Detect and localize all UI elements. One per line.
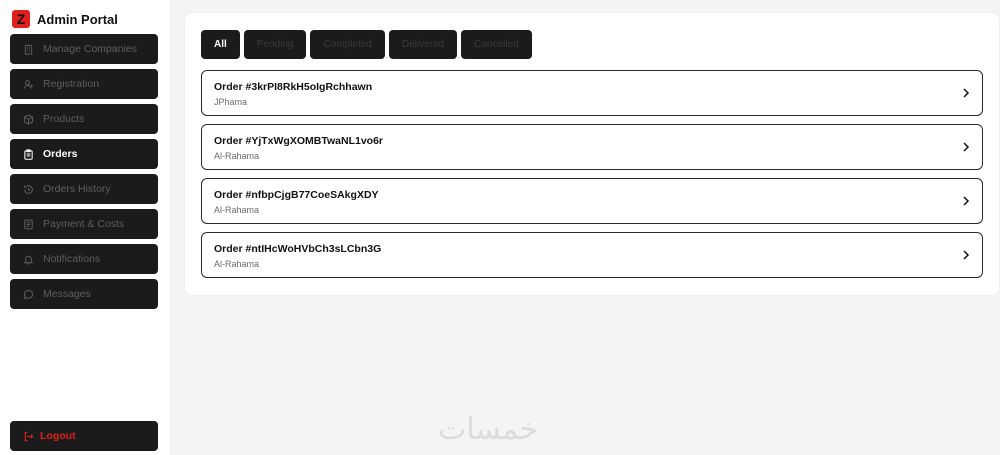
chevron-right-icon (960, 141, 972, 153)
logout-button[interactable]: Logout (10, 421, 158, 451)
logout-label: Logout (40, 430, 76, 442)
clipboard-icon (22, 148, 34, 160)
brand-title: Admin Portal (37, 11, 118, 27)
order-title: Order #3krPI8RkH5oIgRchhawn (214, 81, 373, 93)
sidebar-item-label: Orders (43, 148, 78, 160)
brand-logo: Z (12, 10, 30, 28)
filter-tab-cancelled[interactable]: Cancelled (461, 30, 532, 59)
sidebar-item-label: Payment & Costs (43, 218, 125, 230)
sidebar-item-products[interactable]: Products (10, 104, 158, 134)
order-card[interactable]: Order #YjTxWgXOMBTwaNL1vo6r Al-Rahama (201, 124, 983, 170)
orders-list: Order #3krPI8RkH5oIgRchhawn JPhama Order… (201, 70, 983, 286)
order-card[interactable]: Order #3krPI8RkH5oIgRchhawn JPhama (201, 70, 983, 116)
package-icon (22, 113, 34, 125)
history-icon (22, 183, 34, 195)
filter-tab-delivered[interactable]: Delivered (388, 30, 458, 59)
sidebar-item-orders-history[interactable]: Orders History (10, 174, 158, 204)
order-card[interactable]: Order #nfbpCjgB77CoeSAkgXDY Al-Rahama (201, 178, 983, 224)
brand-logo-letter: Z (16, 11, 26, 27)
sidebar-item-label: Products (43, 113, 85, 125)
sidebar-item-registration[interactable]: Registration (10, 69, 158, 99)
bell-icon (22, 253, 34, 265)
sidebar-item-notifications[interactable]: Notifications (10, 244, 158, 274)
sidebar-item-label: Notifications (43, 253, 101, 265)
sidebar-item-messages[interactable]: Messages (10, 279, 158, 309)
message-circle-icon (22, 288, 34, 300)
filter-tab-all[interactable]: All (201, 30, 240, 59)
user-plus-icon (22, 78, 34, 90)
sidebar-item-label: Messages (43, 288, 91, 300)
watermark: خمسات (438, 412, 539, 447)
order-company: Al-Rahama (214, 259, 260, 269)
order-card[interactable]: Order #ntIHcWoHVbCh3sLCbn3G Al-Rahama (201, 232, 983, 278)
chevron-right-icon (960, 87, 972, 99)
sidebar-item-manage-companies[interactable]: Manage Companies (10, 34, 158, 64)
logout-icon (23, 431, 34, 442)
order-company: JPhama (214, 97, 248, 107)
chevron-right-icon (960, 195, 972, 207)
building-icon (22, 43, 34, 55)
sidebar-item-label: Manage Companies (43, 43, 137, 55)
sidebar: Z Admin Portal Manage Companies Registra… (0, 0, 170, 455)
sidebar-nav: Manage Companies Registration Products O… (10, 34, 158, 314)
sidebar-item-orders[interactable]: Orders (10, 139, 158, 169)
chevron-right-icon (960, 249, 972, 261)
sidebar-item-label: Registration (43, 78, 100, 90)
order-title: Order #nfbpCjgB77CoeSAkgXDY (214, 189, 379, 201)
filter-tab-completed[interactable]: Completed (310, 30, 385, 59)
order-title: Order #ntIHcWoHVbCh3sLCbn3G (214, 243, 382, 255)
orders-panel: All Pending Completed Delivered Cancelle… (185, 13, 999, 295)
brand: Z Admin Portal (12, 9, 118, 29)
sidebar-item-label: Orders History (43, 183, 111, 195)
receipt-icon (22, 218, 34, 230)
sidebar-item-payment-costs[interactable]: Payment & Costs (10, 209, 158, 239)
filter-tab-pending[interactable]: Pending (243, 30, 307, 59)
order-title: Order #YjTxWgXOMBTwaNL1vo6r (214, 135, 384, 147)
order-company: Al-Rahama (214, 151, 260, 161)
order-company: Al-Rahama (214, 205, 260, 215)
status-filter-tabs: All Pending Completed Delivered Cancelle… (201, 30, 532, 59)
